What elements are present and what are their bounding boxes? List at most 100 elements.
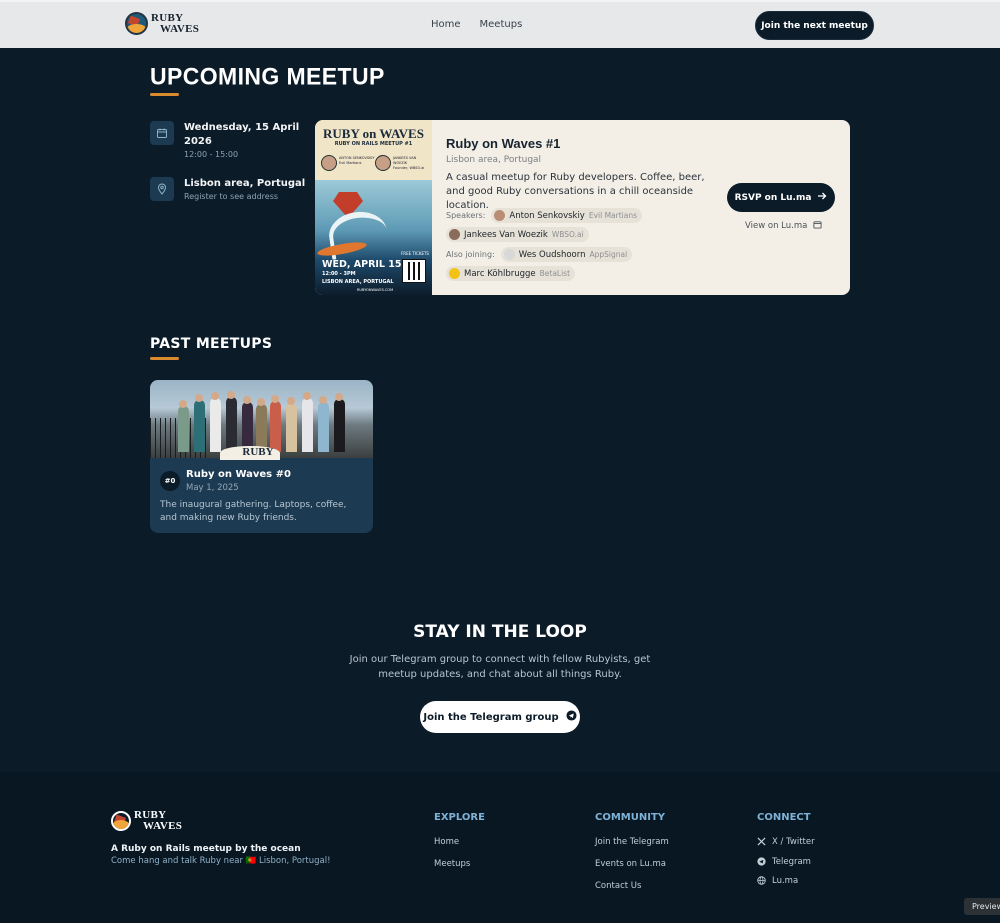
event-time: 12:00 - 15:00	[184, 150, 239, 159]
person	[210, 398, 221, 452]
past-meetups-heading: PAST MEETUPS	[150, 336, 273, 352]
avatar	[449, 229, 460, 240]
heading-accent-line	[150, 93, 179, 96]
speaker-photo	[321, 155, 337, 171]
footer-explore: EXPLORE Home Meetups	[434, 812, 485, 881]
person-head	[243, 396, 251, 404]
person	[270, 401, 281, 452]
location-info: Lisbon area, Portugal Register to see ad…	[150, 177, 305, 202]
date-info: Wednesday, 15 April 2026 12:00 - 15:00	[150, 121, 299, 160]
person-head	[257, 398, 265, 406]
calendar-icon	[150, 121, 174, 145]
footer-connect-heading: CONNECT	[757, 812, 811, 823]
footer-link-join-telegram[interactable]: Join the Telegram	[595, 837, 669, 859]
person-head	[227, 391, 235, 399]
footer-link-contact[interactable]: Contact Us	[595, 881, 669, 903]
person-head	[179, 400, 187, 408]
calendar-icon	[813, 220, 822, 232]
past-meetup-card[interactable]: RUBY #0 Ruby on Waves #0 May 1, 2025 The…	[150, 380, 373, 533]
speaker-chip: Anton Senkovskiy Evil Martians	[491, 208, 643, 223]
arrow-right-icon	[817, 191, 827, 204]
event-date: Wednesday, 15 April 2026	[184, 122, 300, 147]
location-note: Register to see address	[184, 192, 279, 201]
footer-logo[interactable]: RUBY WAVES	[111, 810, 182, 832]
join-telegram-button[interactable]: Join the Telegram group	[420, 701, 580, 733]
poster-time: 12:00 - 3PM LISBON AREA, PORTUGAL	[322, 271, 394, 285]
meetup-location: Lisbon area, Portugal	[446, 155, 542, 165]
person-head	[319, 396, 327, 404]
footer-link-home[interactable]: Home	[434, 837, 485, 859]
stay-in-loop-heading: STAY IN THE LOOP	[413, 622, 587, 642]
footer: RUBY WAVES A Ruby on Rails meetup by the …	[0, 772, 1000, 923]
person-head	[271, 395, 279, 403]
past-meetup-date: May 1, 2025	[186, 483, 239, 493]
meetup-number-badge: #0	[160, 471, 180, 491]
footer-explore-heading: EXPLORE	[434, 812, 485, 823]
poster-speaker-1: ANTON SENKOVSKIY Evil Martians	[339, 156, 375, 165]
stay-in-loop-text: Join our Telegram group to connect with …	[349, 654, 651, 680]
logo-text: RUBY WAVES	[151, 11, 200, 35]
also-joining-row: Also joining: Wes Oudshoorn AppSignal	[446, 247, 633, 262]
nav-meetups[interactable]: Meetups	[480, 19, 523, 30]
footer-link-luma[interactable]: Lu.ma	[757, 876, 815, 896]
poster-url: RUBYONWAVES.COM	[357, 288, 394, 292]
avatar	[503, 249, 515, 260]
upcoming-meetup-card: RUBY on WAVES RUBY ON RAILS MEETUP #1 AN…	[315, 120, 850, 295]
telegram-icon	[757, 856, 766, 869]
person	[178, 406, 189, 452]
footer-link-meetups[interactable]: Meetups	[434, 859, 485, 881]
avatar	[494, 210, 506, 221]
footer-subline: Come hang and talk Ruby near 🇵🇹 Lisbon, …	[111, 856, 331, 866]
header-logo[interactable]: RUBY WAVES	[125, 12, 199, 35]
globe-icon	[757, 876, 766, 888]
nav-home[interactable]: Home	[431, 19, 461, 30]
top-navbar: RUBY WAVES Home Meetups Join the next mee…	[0, 0, 1000, 48]
join-next-meetup-button[interactable]: Join the next meetup	[755, 11, 874, 40]
rsvp-button[interactable]: RSVP on Lu.ma	[727, 183, 835, 212]
logo-text: RUBY WAVES	[134, 809, 183, 832]
attendee-chip: Marc Köhlbrugge BetaList	[446, 266, 576, 281]
also-joining-row-2: Marc Köhlbrugge BetaList	[446, 266, 576, 281]
footer-link-telegram[interactable]: Telegram	[757, 857, 815, 877]
person	[242, 402, 253, 452]
telegram-icon	[566, 710, 577, 724]
footer-link-events-luma[interactable]: Events on Lu.ma	[595, 859, 669, 881]
logo-wave-icon	[111, 811, 131, 831]
location-pin-icon	[150, 177, 174, 201]
person-head	[195, 394, 203, 402]
person-head	[211, 392, 219, 400]
heading-accent-line	[150, 357, 179, 360]
main-nav: Home Meetups	[431, 19, 522, 30]
meetup-poster: RUBY on WAVES RUBY ON RAILS MEETUP #1 AN…	[315, 120, 432, 295]
poster-subtitle: RUBY ON RAILS MEETUP #1	[334, 141, 413, 147]
past-meetup-title: Ruby on Waves #0	[186, 469, 291, 480]
speakers-row: Speakers: Anton Senkovskiy Evil Martians	[446, 208, 643, 223]
past-meetup-description: The inaugural gathering. Laptops, coffee…	[160, 500, 347, 523]
person	[318, 402, 329, 452]
person	[194, 400, 205, 452]
speaker-photo	[375, 155, 391, 171]
speakers-row-2: Jankees Van Woezik WBSO.ai	[446, 227, 589, 242]
footer-link-twitter[interactable]: X / Twitter	[757, 837, 815, 857]
person	[302, 398, 313, 452]
avatar	[449, 268, 460, 279]
qr-code	[402, 259, 426, 283]
attendee-chip: Wes Oudshoorn AppSignal	[500, 247, 633, 262]
person	[256, 404, 267, 452]
speaker-chip: Jankees Van Woezik WBSO.ai	[446, 227, 589, 242]
footer-tagline: A Ruby on Rails meetup by the ocean	[111, 844, 301, 854]
meetup-description: A casual meetup for Ruby developers. Cof…	[446, 172, 705, 211]
poster-date: WED, APRIL 15	[322, 259, 402, 270]
footer-community-heading: COMMUNITY	[595, 812, 666, 823]
group-photo: RUBY	[150, 380, 373, 460]
speakers-label: Speakers:	[446, 211, 486, 220]
person-head	[287, 397, 295, 405]
footer-community: COMMUNITY Join the Telegram Events on Lu…	[595, 812, 669, 903]
person	[286, 403, 297, 452]
person	[226, 397, 237, 452]
view-on-luma-link[interactable]: View on Lu.ma	[745, 220, 822, 232]
person-head	[335, 393, 343, 401]
poster-free-tickets: FREE TICKETS	[401, 251, 429, 256]
logo-wave-icon	[125, 12, 148, 35]
preview-badge[interactable]: Preview	[964, 898, 1000, 915]
